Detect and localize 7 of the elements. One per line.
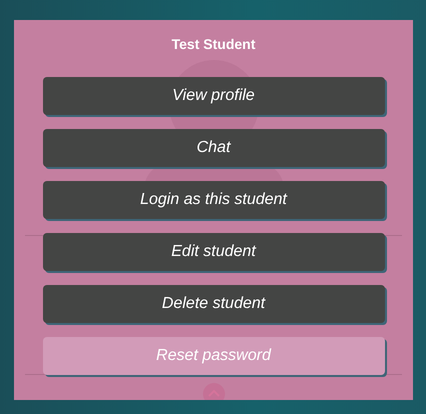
scroll-up-icon xyxy=(202,383,224,400)
action-button[interactable]: Edit student xyxy=(42,233,384,271)
action-button[interactable]: View profile xyxy=(42,77,384,115)
action-button[interactable]: Chat xyxy=(42,129,384,167)
action-button[interactable]: Login as this student xyxy=(42,181,384,219)
action-button[interactable]: Delete student xyxy=(42,285,384,323)
dialog-title: Test Student xyxy=(172,35,256,54)
